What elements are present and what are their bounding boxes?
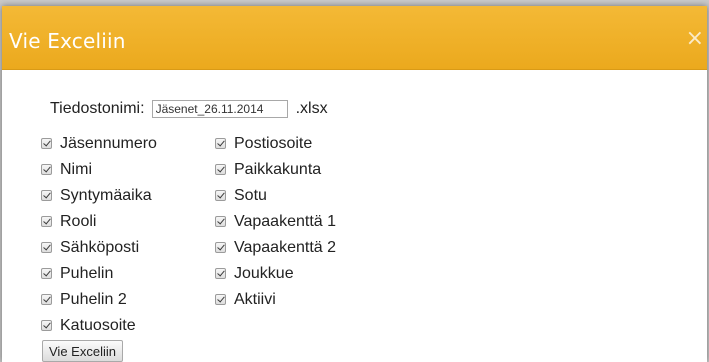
column-option-label: Joukkue [234,265,294,282]
checkbox[interactable] [215,164,226,175]
export-button[interactable]: Vie Exceliin [42,340,123,362]
filename-row: Tiedostonimi: .xlsx [50,98,328,120]
checkbox[interactable] [41,294,52,305]
column-option[interactable]: Paikkakunta [215,161,336,187]
column-option-label: Paikkakunta [234,161,322,178]
checkbox[interactable] [41,268,52,279]
dialog-title: Vie Exceliin [9,29,126,53]
checkbox[interactable] [41,164,52,175]
export-dialog: Vie Exceliin × Tiedostonimi: .xlsx Jäsen… [2,6,707,362]
column-option[interactable]: Sähköposti [41,239,157,265]
column-option[interactable]: Puhelin [41,265,157,291]
column-option-label: Aktiivi [234,291,276,308]
checkbox[interactable] [41,190,52,201]
column-option-label: Postiosoite [234,135,313,152]
column-option[interactable]: Jäsennumero [41,135,157,161]
checkbox[interactable] [215,216,226,227]
checkbox[interactable] [215,268,226,279]
close-icon[interactable]: × [686,26,704,51]
column-option-label: Jäsennumero [60,135,157,152]
column-option-label: Nimi [60,161,92,178]
column-option[interactable]: Aktiivi [215,291,336,317]
column-option-label: Puhelin 2 [60,291,127,308]
filename-label: Tiedostonimi: [50,100,145,117]
column-option-label: Katuosoite [60,317,136,334]
column-option-label: Vapaakenttä 1 [234,213,337,230]
column-option-label: Syntymäaika [60,187,152,204]
checkbox[interactable] [215,138,226,149]
checkbox[interactable] [215,242,226,253]
checkbox[interactable] [41,242,52,253]
column-option-label: Sotu [234,187,267,204]
checkbox[interactable] [41,320,52,331]
checkbox[interactable] [41,216,52,227]
column-option[interactable]: Vapaakenttä 2 [215,239,336,265]
column-option[interactable]: Nimi [41,161,157,187]
column-option[interactable]: Vapaakenttä 1 [215,213,336,239]
column-list-left: Jäsennumero Nimi Syntymäaika Rooli Sähkö… [41,135,157,343]
column-option[interactable]: Puhelin 2 [41,291,157,317]
column-option-label: Puhelin [60,265,114,282]
filename-input[interactable] [151,100,288,118]
column-option-label: Vapaakenttä 2 [234,239,337,256]
checkbox[interactable] [215,190,226,201]
column-option[interactable]: Postiosoite [215,135,336,161]
column-option-label: Sähköposti [60,239,140,256]
column-option[interactable]: Sotu [215,187,336,213]
dialog-titlebar: Vie Exceliin × [2,6,707,70]
column-option-label: Rooli [60,213,97,230]
column-option[interactable]: Joukkue [215,265,336,291]
column-option[interactable]: Syntymäaika [41,187,157,213]
checkbox[interactable] [215,294,226,305]
column-option[interactable]: Rooli [41,213,157,239]
filename-extension: .xlsx [295,100,328,117]
checkbox[interactable] [41,138,52,149]
column-list-right: Postiosoite Paikkakunta Sotu Vapaakenttä… [215,135,336,317]
